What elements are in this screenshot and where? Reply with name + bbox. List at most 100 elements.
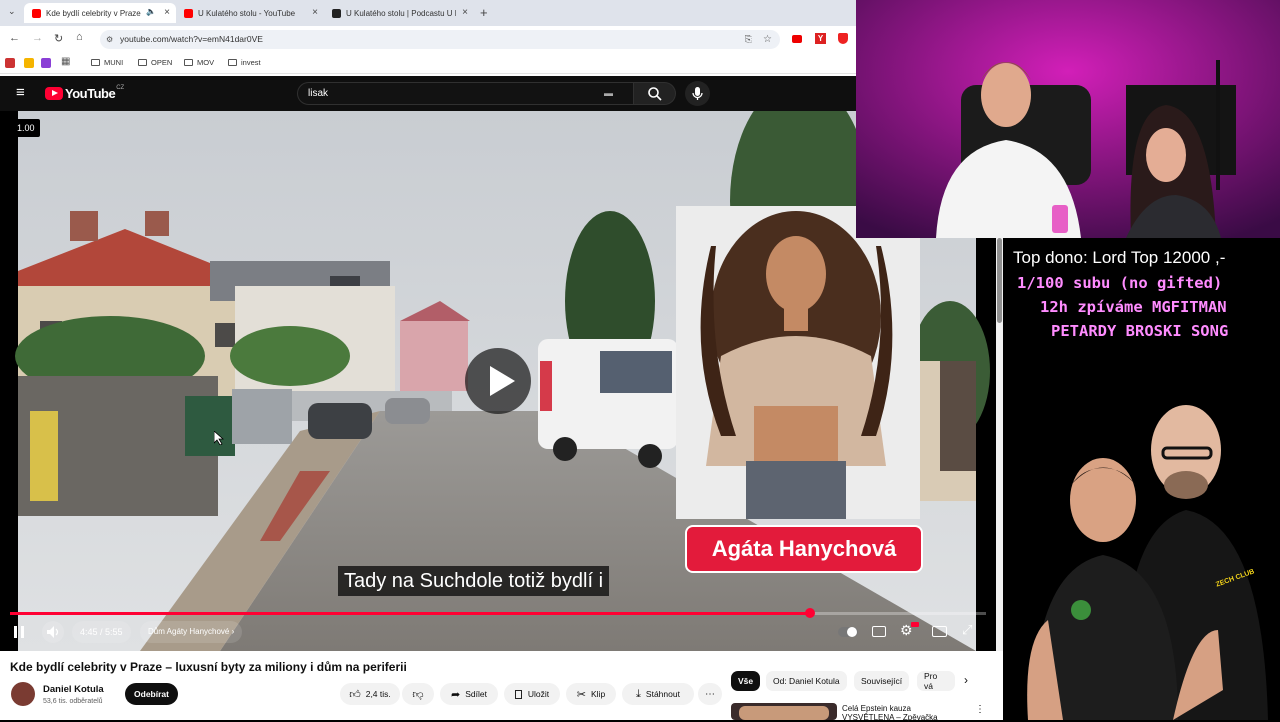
more-icon: ⋯ bbox=[705, 688, 715, 700]
close-icon[interactable]: × bbox=[312, 7, 318, 18]
big-play-button[interactable] bbox=[465, 348, 531, 414]
voice-search-button[interactable] bbox=[685, 81, 710, 106]
subtitle-caption: Tady na Suchdole totiž bydlí i bbox=[338, 566, 610, 596]
bookmark-red-icon[interactable] bbox=[5, 58, 15, 68]
extension-youtube-icon[interactable] bbox=[792, 35, 802, 43]
related-more-icon[interactable]: ⋮ bbox=[975, 704, 985, 715]
related-title-line-1: Celá Epstein kauza bbox=[842, 704, 911, 713]
site-info-icon[interactable]: ⚙ bbox=[106, 30, 113, 49]
related-title[interactable]: Celá Epstein kauza VYSVĚTLENA – Zpěvačka bbox=[842, 704, 952, 722]
related-thumbnail[interactable] bbox=[731, 703, 837, 720]
share-label: Sdílet bbox=[465, 689, 487, 699]
dislike-button[interactable]: 👎︎ bbox=[402, 683, 434, 705]
tab-u-kulateho-stolu[interactable]: U Kulatého stolu - YouTube × bbox=[176, 3, 324, 23]
fullscreen-icon[interactable]: ⤢ bbox=[962, 622, 972, 638]
chip-for-you[interactable]: Pro vá bbox=[917, 671, 955, 691]
download-button[interactable]: ⤓ Stáhnout bbox=[622, 683, 694, 705]
subscribe-button[interactable]: Odebírat bbox=[125, 683, 178, 705]
channel-name[interactable]: Daniel Kotula bbox=[43, 684, 104, 695]
bookmark-label: OPEN bbox=[151, 58, 173, 67]
subscriber-count: 53,6 tis. odběratelů bbox=[43, 698, 103, 705]
chip-all[interactable]: Vše bbox=[731, 671, 761, 691]
webcam-feed bbox=[856, 0, 1280, 238]
thumbs-up-icon: 👍︎ bbox=[349, 688, 361, 701]
playback-speed-badge: 1.00 bbox=[12, 119, 40, 137]
page-scrollbar[interactable] bbox=[996, 238, 1003, 651]
tab-kde-bydli[interactable]: Kde bydlí celebrity v Praze 🔈 × bbox=[24, 3, 176, 23]
youtube-logo[interactable]: YouTube CZ bbox=[45, 85, 124, 101]
tab-search-icon[interactable]: ⌄ bbox=[8, 6, 16, 17]
bookmark-folder-mov[interactable]: MOV bbox=[184, 58, 214, 67]
back-icon[interactable]: ← bbox=[9, 32, 20, 44]
chips-next-icon[interactable]: › bbox=[964, 673, 968, 687]
podcast-favicon-icon bbox=[332, 8, 341, 18]
install-icon[interactable]: ⎘ bbox=[745, 30, 752, 49]
speed-value: 1.00 bbox=[17, 123, 35, 133]
folder-icon bbox=[184, 59, 193, 66]
miniplayer-icon[interactable] bbox=[932, 626, 947, 637]
url-text: youtube.com/watch?v=emN41dar0VE bbox=[120, 34, 263, 44]
share-button[interactable]: ➦ Sdílet bbox=[440, 683, 498, 705]
menu-icon[interactable]: ≡ bbox=[16, 84, 25, 101]
tab-podcast[interactable]: U Kulatého stolu | Podcastu U Ku × bbox=[324, 3, 474, 23]
microphone-icon bbox=[692, 87, 703, 100]
pause-button[interactable] bbox=[14, 626, 24, 638]
chip-from-channel[interactable]: Od: Daniel Kotula bbox=[766, 671, 847, 691]
extension-shield-icon[interactable] bbox=[838, 33, 848, 44]
chapter-button[interactable]: Dům Agáty Hanychové › bbox=[140, 621, 243, 643]
progress-bar[interactable] bbox=[10, 608, 986, 618]
youtube-play-logo-icon bbox=[45, 87, 63, 100]
apps-grid-icon[interactable]: ▦ bbox=[61, 56, 70, 67]
subscribe-label: Odebírat bbox=[134, 689, 169, 699]
save-button[interactable]: Uložit bbox=[504, 683, 560, 705]
like-button[interactable]: 👍︎ 2,4 tis. bbox=[340, 683, 400, 705]
close-icon[interactable]: × bbox=[462, 7, 468, 18]
youtube-header: ≡ YouTube CZ lisak ▬ bbox=[0, 76, 856, 111]
browser-toolbar: ← → ↻ ⌂ ⚙ youtube.com/watch?v=emN41dar0V… bbox=[0, 26, 856, 53]
chapter-text: Dům Agáty Hanychové bbox=[148, 627, 230, 636]
search-input[interactable]: lisak ▬ bbox=[297, 82, 634, 105]
overlay-line-2: 1/100 subu (no gifted) bbox=[1017, 274, 1223, 292]
bookmark-star-icon[interactable]: ☆ bbox=[763, 30, 772, 49]
stream-overlay: Top dono: Lord Top 12000 ,- 1/100 subu (… bbox=[1003, 238, 1280, 720]
volume-button[interactable] bbox=[42, 621, 64, 643]
bookmark-folder-invest[interactable]: invest bbox=[228, 58, 261, 67]
bookmark-folder-open[interactable]: OPEN bbox=[138, 58, 172, 67]
play-icon bbox=[490, 366, 515, 396]
clip-button[interactable]: ✂ Klip bbox=[566, 683, 616, 705]
mouse-cursor-icon bbox=[214, 431, 224, 445]
reload-icon[interactable]: ↻ bbox=[54, 32, 63, 45]
subtitles-icon[interactable] bbox=[872, 626, 886, 637]
scissors-icon: ✂ bbox=[576, 688, 587, 701]
close-icon[interactable]: × bbox=[164, 7, 170, 18]
forward-icon[interactable]: → bbox=[32, 32, 43, 44]
download-icon: ⤓ bbox=[636, 687, 641, 700]
chip-label: Související bbox=[861, 676, 903, 686]
home-icon[interactable]: ⌂ bbox=[76, 31, 83, 43]
youtube-favicon-icon bbox=[184, 8, 193, 18]
name-card-text: Agáta Hanychová bbox=[711, 536, 897, 561]
bookmark-label: invest bbox=[241, 58, 261, 67]
search-button[interactable] bbox=[634, 82, 676, 105]
bookmark-folder-muni[interactable]: MUNI bbox=[91, 58, 123, 67]
bookmark-purple-icon[interactable] bbox=[41, 58, 51, 68]
video-title: Kde bydlí celebrity v Praze – luxusní by… bbox=[10, 660, 407, 674]
scrollbar-thumb[interactable] bbox=[997, 238, 1002, 323]
new-tab-button[interactable]: + bbox=[480, 5, 488, 20]
channel-avatar[interactable] bbox=[11, 682, 35, 706]
keyboard-icon[interactable]: ▬ bbox=[604, 83, 613, 104]
overlay-line-1: Top dono: Lord Top 12000 ,- bbox=[1013, 248, 1226, 267]
address-bar[interactable]: ⚙ youtube.com/watch?v=emN41dar0VE ⎘ ☆ bbox=[100, 30, 780, 49]
chip-related[interactable]: Související bbox=[854, 671, 910, 691]
bookmark-yellow-icon[interactable] bbox=[24, 58, 34, 68]
video-info: Kde bydlí celebrity v Praze – luxusní by… bbox=[0, 651, 1003, 722]
video-player[interactable]: Agáta Hanychová 1.00 Tady na Suchdole to… bbox=[0, 111, 996, 651]
more-actions-button[interactable]: ⋯ bbox=[698, 683, 722, 705]
autoplay-toggle[interactable] bbox=[838, 627, 858, 637]
bookmark-icon bbox=[514, 689, 522, 699]
bookmarks-bar: ▦ MUNI OPEN MOV invest bbox=[0, 53, 856, 74]
time-display: 4:45 / 5:55 bbox=[72, 621, 131, 643]
streamer-webcam bbox=[856, 0, 1280, 238]
extension-y-icon[interactable]: Y bbox=[815, 33, 826, 44]
youtube-favicon-icon bbox=[32, 8, 41, 18]
